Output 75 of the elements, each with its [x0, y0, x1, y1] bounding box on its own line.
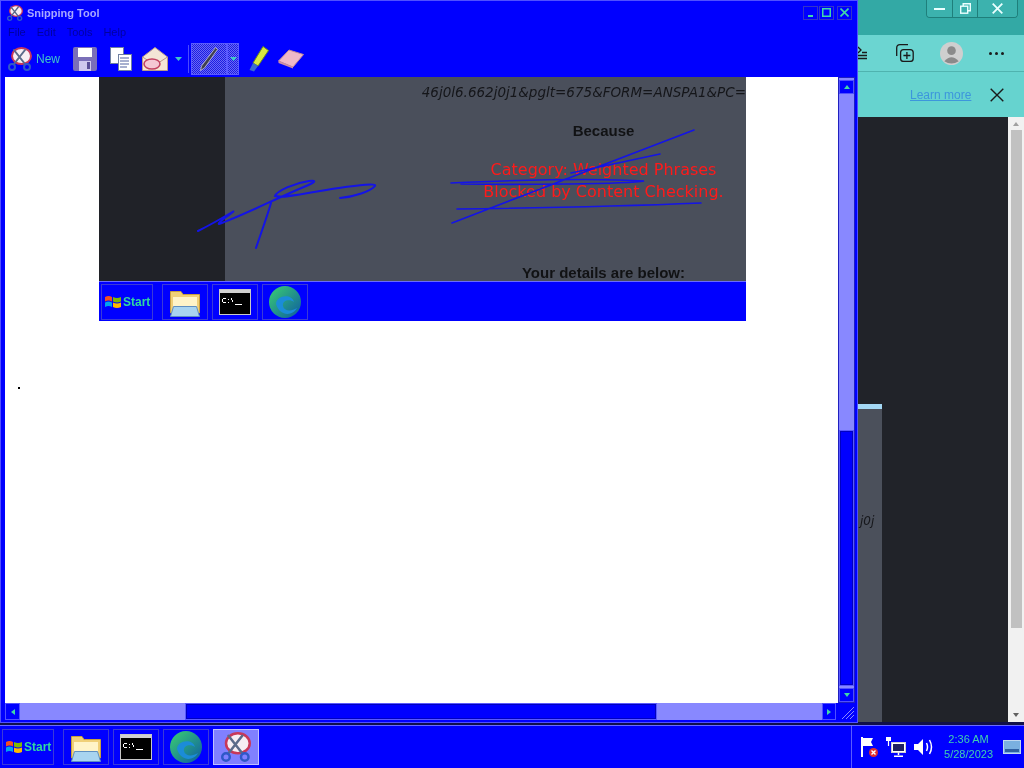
eraser-icon: [278, 48, 304, 69]
start-button[interactable]: Start: [2, 729, 54, 765]
close-button[interactable]: [977, 0, 1017, 17]
start-button[interactable]: Start: [101, 283, 153, 320]
down-arrow-icon[interactable]: [1013, 713, 1019, 717]
up-arrow-icon: [843, 85, 850, 89]
clock-time: 2:36 AM: [948, 732, 989, 747]
scroll-left-button[interactable]: [5, 703, 20, 720]
menu-item[interactable]: Tools: [66, 26, 93, 38]
menu-item[interactable]: File: [8, 26, 26, 38]
scissors-icon: [8, 46, 32, 71]
scrollbar-thumb[interactable]: [839, 430, 854, 686]
stacked-plus-button[interactable]: [896, 44, 914, 62]
pen-button[interactable]: [191, 42, 227, 75]
menu-item[interactable]: Help: [103, 26, 126, 38]
taskbar-button[interactable]: [113, 729, 159, 765]
start-flag-icon: [105, 293, 121, 310]
maximize-icon: [822, 8, 831, 17]
pen-dropdown-button[interactable]: [227, 42, 239, 75]
taskbar-button[interactable]: [162, 283, 208, 320]
list-icon: [858, 46, 867, 60]
terminal-icon: [219, 288, 251, 315]
caret-icon: [229, 56, 237, 61]
down-arrow-icon: [843, 693, 850, 697]
heading-text: Because: [572, 122, 635, 140]
minimize-button[interactable]: [927, 0, 952, 17]
restore-icon: [959, 3, 971, 14]
scroll-down-button[interactable]: [839, 688, 854, 702]
show-desktop-icon[interactable]: [1003, 740, 1021, 754]
caret-icon: [174, 56, 182, 61]
profile-avatar-icon: [940, 41, 963, 65]
taskbar-button[interactable]: [212, 283, 258, 320]
minimize-icon: [808, 14, 813, 17]
swirl-icon: [170, 731, 202, 763]
more-icon: [989, 51, 1004, 55]
stacked-plus-icon: [896, 44, 914, 62]
window-title: Snipping Tool: [27, 6, 100, 19]
page-text: j0j: [858, 513, 876, 530]
scissors-icon: [221, 732, 251, 762]
scrollbar-thumb[interactable]: [1010, 130, 1022, 628]
swirl-icon: [269, 285, 301, 318]
minimize-icon: [934, 7, 945, 10]
copy-icon: [110, 46, 132, 71]
highlighter-icon: [249, 45, 269, 72]
size-grip-icon[interactable]: [841, 706, 855, 720]
restore-button[interactable]: [952, 0, 977, 17]
details-heading: Your details are below:: [521, 265, 686, 281]
scissors-icon: [7, 4, 23, 21]
close-button[interactable]: [990, 87, 1005, 102]
scroll-right-button[interactable]: [822, 703, 836, 720]
terminal-icon: [120, 734, 152, 760]
more-button[interactable]: [989, 51, 1004, 55]
url-text: 46j0l6.662j0j1&pglt=675&FORM=ANSPA1&PC=: [421, 84, 746, 100]
scroll-up-button[interactable]: [839, 80, 854, 94]
clock-date: 5/28/2023: [944, 747, 993, 762]
scrollbar-thumb[interactable]: [185, 703, 657, 720]
network-icon[interactable]: [886, 737, 907, 757]
envelope-icon: [142, 46, 168, 71]
left-arrow-icon: [10, 708, 15, 715]
start-flag-icon: [6, 739, 22, 755]
close-icon: [992, 3, 1003, 14]
new-snip-button[interactable]: New: [6, 43, 62, 74]
learn-more-link[interactable]: Learn more: [910, 87, 972, 102]
menu-item[interactable]: Edit: [36, 26, 56, 38]
close-icon: [840, 8, 849, 17]
pen-icon: [200, 46, 218, 71]
close-icon: [990, 87, 1005, 102]
volume-icon[interactable]: [914, 738, 935, 756]
minimize-button[interactable]: [803, 5, 818, 20]
close-button[interactable]: [837, 5, 852, 20]
maximize-button[interactable]: [819, 5, 834, 20]
flag-error-icon[interactable]: [860, 737, 879, 757]
list-button[interactable]: [858, 46, 867, 60]
right-arrow-icon: [827, 708, 831, 715]
taskbar-button[interactable]: [63, 729, 109, 765]
